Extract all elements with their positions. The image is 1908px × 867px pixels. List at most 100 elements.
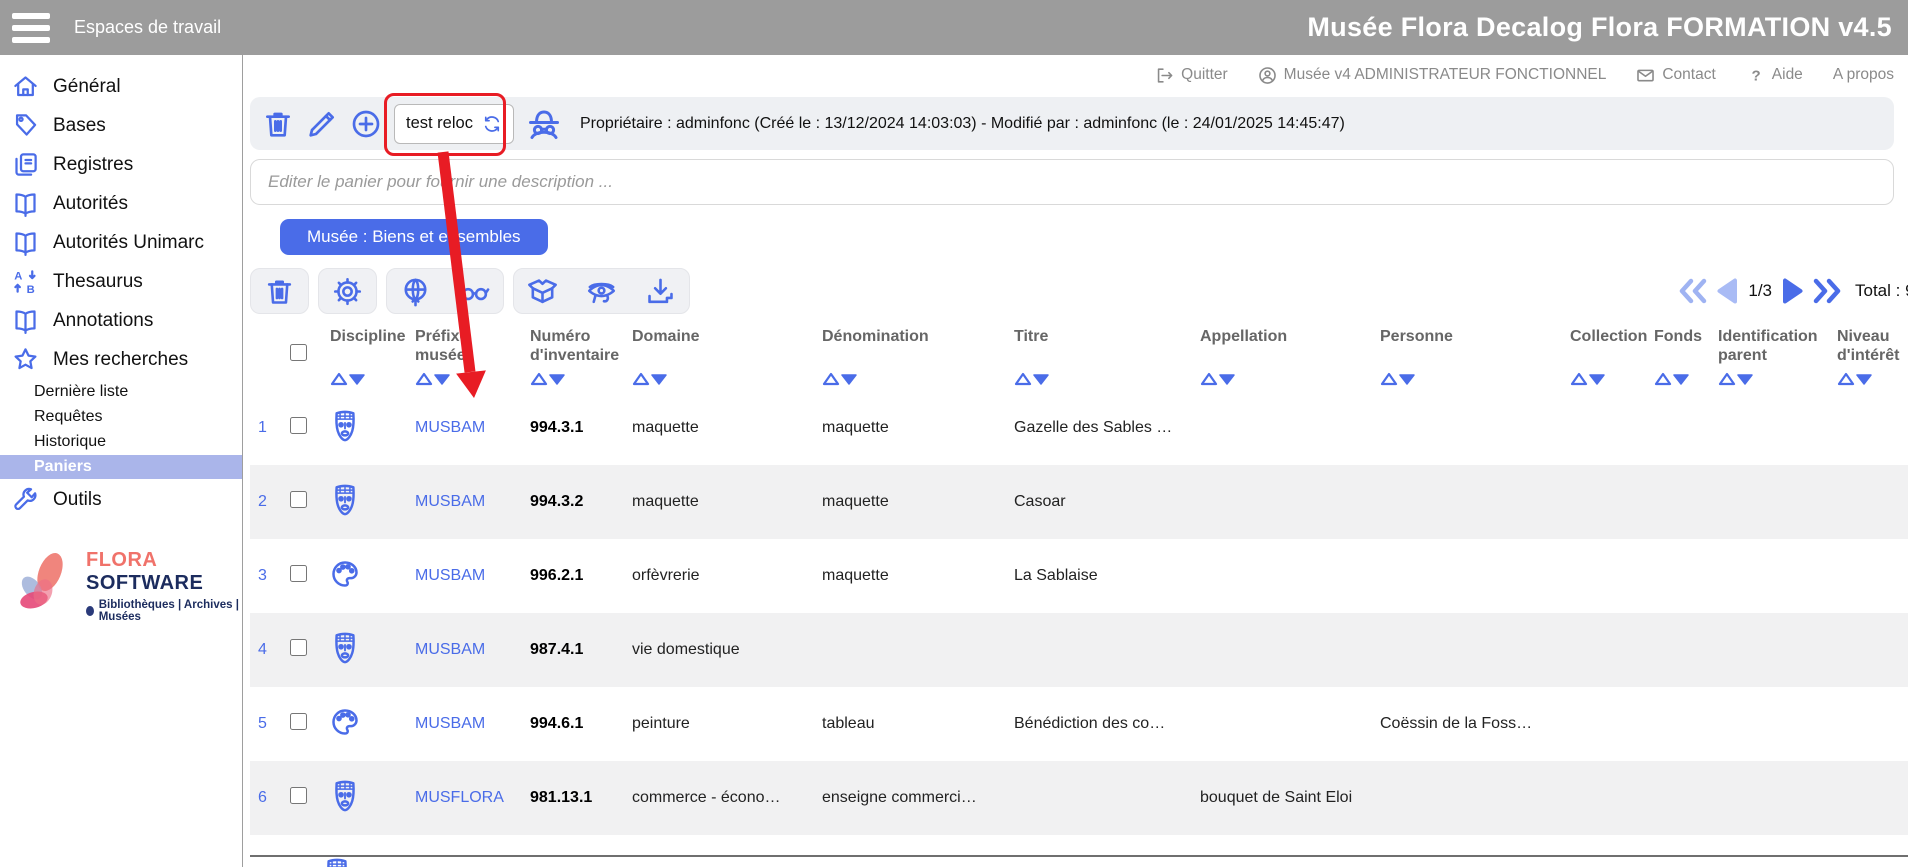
row-number-link[interactable]: 3: [258, 567, 267, 584]
basket-description-input[interactable]: [250, 159, 1894, 205]
sidebar-subitem-requ-tes[interactable]: Requêtes: [0, 405, 242, 429]
chevron-double-right-icon[interactable]: [1812, 277, 1842, 305]
sidebar-subitem-historique[interactable]: Historique: [0, 430, 242, 454]
column-header-label: Fonds: [1654, 328, 1708, 347]
triangle-right-icon[interactable]: [1781, 277, 1805, 305]
sidebar-item-mes-recherches[interactable]: Mes recherches: [0, 340, 242, 379]
row-number-link[interactable]: 6: [250, 789, 282, 807]
gear-icon[interactable]: [332, 276, 363, 307]
triangle-left-icon[interactable]: [1715, 277, 1739, 305]
row-number-link[interactable]: 3: [250, 567, 282, 585]
sort-arrows-icon[interactable]: [330, 372, 366, 386]
utilbar-link-quitter[interactable]: Quitter: [1155, 66, 1228, 85]
row-number-link[interactable]: 2: [250, 493, 282, 511]
house-icon: [12, 73, 39, 100]
sort-arrows-icon[interactable]: [1200, 372, 1236, 386]
sort-arrows-icon[interactable]: [1654, 372, 1690, 386]
sidebar-item-thesaurus[interactable]: ABThesaurus: [0, 262, 242, 301]
flora-software-logo: FLORA SOFTWARE Bibliothèques | Archives …: [12, 549, 242, 623]
sidebar-item-autorit-s-unimarc[interactable]: Autorités Unimarc: [0, 223, 242, 262]
row-number-link[interactable]: 1: [250, 419, 282, 437]
add-circle-icon[interactable]: [350, 108, 382, 140]
svg-text:A: A: [14, 270, 22, 282]
glasses-icon[interactable]: [459, 276, 490, 307]
sidebar-item-g-n-ral[interactable]: Général: [0, 67, 242, 106]
sort-arrows-icon[interactable]: [1570, 372, 1606, 386]
row-number-link[interactable]: 4: [258, 641, 267, 658]
chevron-double-left-icon[interactable]: [1678, 277, 1708, 305]
row-checkbox-cell: [282, 713, 322, 735]
basket-toolbar: test reloc Propriétaire : adminfonc (Cré…: [250, 97, 1894, 150]
cell-prefixe[interactable]: MUSBAM: [407, 493, 522, 511]
row-checkbox[interactable]: [290, 787, 307, 804]
cell-prefixe[interactable]: MUSBAM: [407, 419, 522, 437]
cell-prefixe[interactable]: MUSBAM: [407, 641, 522, 659]
sidebar-item-bases[interactable]: Bases: [0, 106, 242, 145]
sort-arrows-icon[interactable]: [415, 372, 451, 386]
tab-musee-biens-et-ensembles[interactable]: Musée : Biens et ensembles: [280, 219, 548, 255]
row-checkbox[interactable]: [290, 565, 307, 582]
eye-of-horus-icon[interactable]: [586, 276, 617, 307]
sort-arrows-icon[interactable]: [822, 372, 858, 386]
row-number-link[interactable]: 2: [258, 493, 267, 510]
column-header-num-ro-d-inventaire: Numéro d'inventaire: [522, 318, 624, 391]
row-checkbox[interactable]: [290, 417, 307, 434]
trash-icon[interactable]: [264, 276, 295, 307]
basket-owner-info: Propriétaire : adminfonc (Créé le : 13/1…: [580, 115, 1345, 133]
utilbar-link-contact[interactable]: Contact: [1636, 66, 1715, 85]
sidebar-item-registres[interactable]: Registres: [0, 145, 242, 184]
sidebar-item-label: Bases: [53, 115, 106, 137]
row-number-link[interactable]: 6: [258, 789, 267, 806]
hamburger-menu-icon[interactable]: [12, 13, 50, 43]
cell-domaine: maquette: [624, 419, 814, 437]
cell-numero: 994.3.2: [522, 493, 624, 511]
utilbar-link-label: A propos: [1833, 66, 1894, 84]
logo-dot-icon: [86, 606, 94, 616]
toolbar-button-group: [513, 268, 690, 314]
sidebar-subitem-derni-re-liste[interactable]: Dernière liste: [0, 380, 242, 404]
sort-arrows-icon[interactable]: [632, 372, 668, 386]
row-number-link[interactable]: 4: [250, 641, 282, 659]
globe-upload-icon[interactable]: [400, 276, 431, 307]
column-header-personne: Personne: [1372, 318, 1562, 391]
sidebar-item-outils[interactable]: Outils: [0, 480, 242, 519]
sort-arrows-icon[interactable]: [1380, 372, 1416, 386]
open-box-icon[interactable]: [527, 276, 558, 307]
sidebar-item-label: Autorités Unimarc: [53, 232, 204, 254]
cell-denomination: maquette: [814, 567, 1006, 585]
sidebar-item-autorit-s[interactable]: Autorités: [0, 184, 242, 223]
refresh-icon[interactable]: [482, 114, 502, 134]
trash-icon[interactable]: [262, 108, 294, 140]
incognito-icon[interactable]: [526, 106, 562, 142]
sort-arrows-icon[interactable]: [530, 372, 566, 386]
logo-wordmark: FLORA SOFTWARE: [86, 549, 242, 595]
cell-prefixe[interactable]: MUSBAM: [407, 567, 522, 585]
sidebar-subitem-paniers[interactable]: Paniers: [0, 455, 242, 479]
cell-prefixe[interactable]: MUSFLORA: [407, 789, 522, 807]
palette-icon: [330, 706, 360, 738]
select-all-checkbox[interactable]: [290, 344, 307, 361]
row-number-link[interactable]: 5: [258, 715, 267, 732]
sort-arrows-icon[interactable]: [1014, 372, 1050, 386]
cell-domaine: peinture: [624, 715, 814, 733]
pencil-icon[interactable]: [306, 108, 338, 140]
row-number-link[interactable]: 1: [258, 419, 267, 436]
download-icon[interactable]: [645, 276, 676, 307]
basket-name-box[interactable]: test reloc: [394, 104, 514, 144]
row-checkbox[interactable]: [290, 639, 307, 656]
row-number-link[interactable]: 5: [250, 715, 282, 733]
select-all-checkbox[interactable]: [282, 318, 322, 391]
discipline-cell: [322, 780, 407, 817]
cell-prefixe[interactable]: MUSBAM: [407, 715, 522, 733]
sidebar-item-annotations[interactable]: Annotations: [0, 301, 242, 340]
row-checkbox[interactable]: [290, 713, 307, 730]
utilbar-link-aide[interactable]: ?Aide: [1746, 66, 1803, 85]
row-checkbox[interactable]: [290, 491, 307, 508]
sort-arrows-icon[interactable]: [1718, 372, 1754, 386]
sort-arrows-icon[interactable]: [1837, 372, 1873, 386]
utilbar-link-mus-e-v4-administrateur-fonctionnel[interactable]: Musée v4 ADMINISTRATEUR FONCTIONNEL: [1258, 66, 1607, 85]
toolbar-button-group: [386, 268, 504, 314]
utilbar-link-a-propos[interactable]: A propos: [1833, 66, 1894, 84]
cell-appellation: bouquet de Saint Eloi: [1192, 789, 1372, 807]
results-toolbar-row: 1/3 Total : 96: [250, 268, 1908, 314]
